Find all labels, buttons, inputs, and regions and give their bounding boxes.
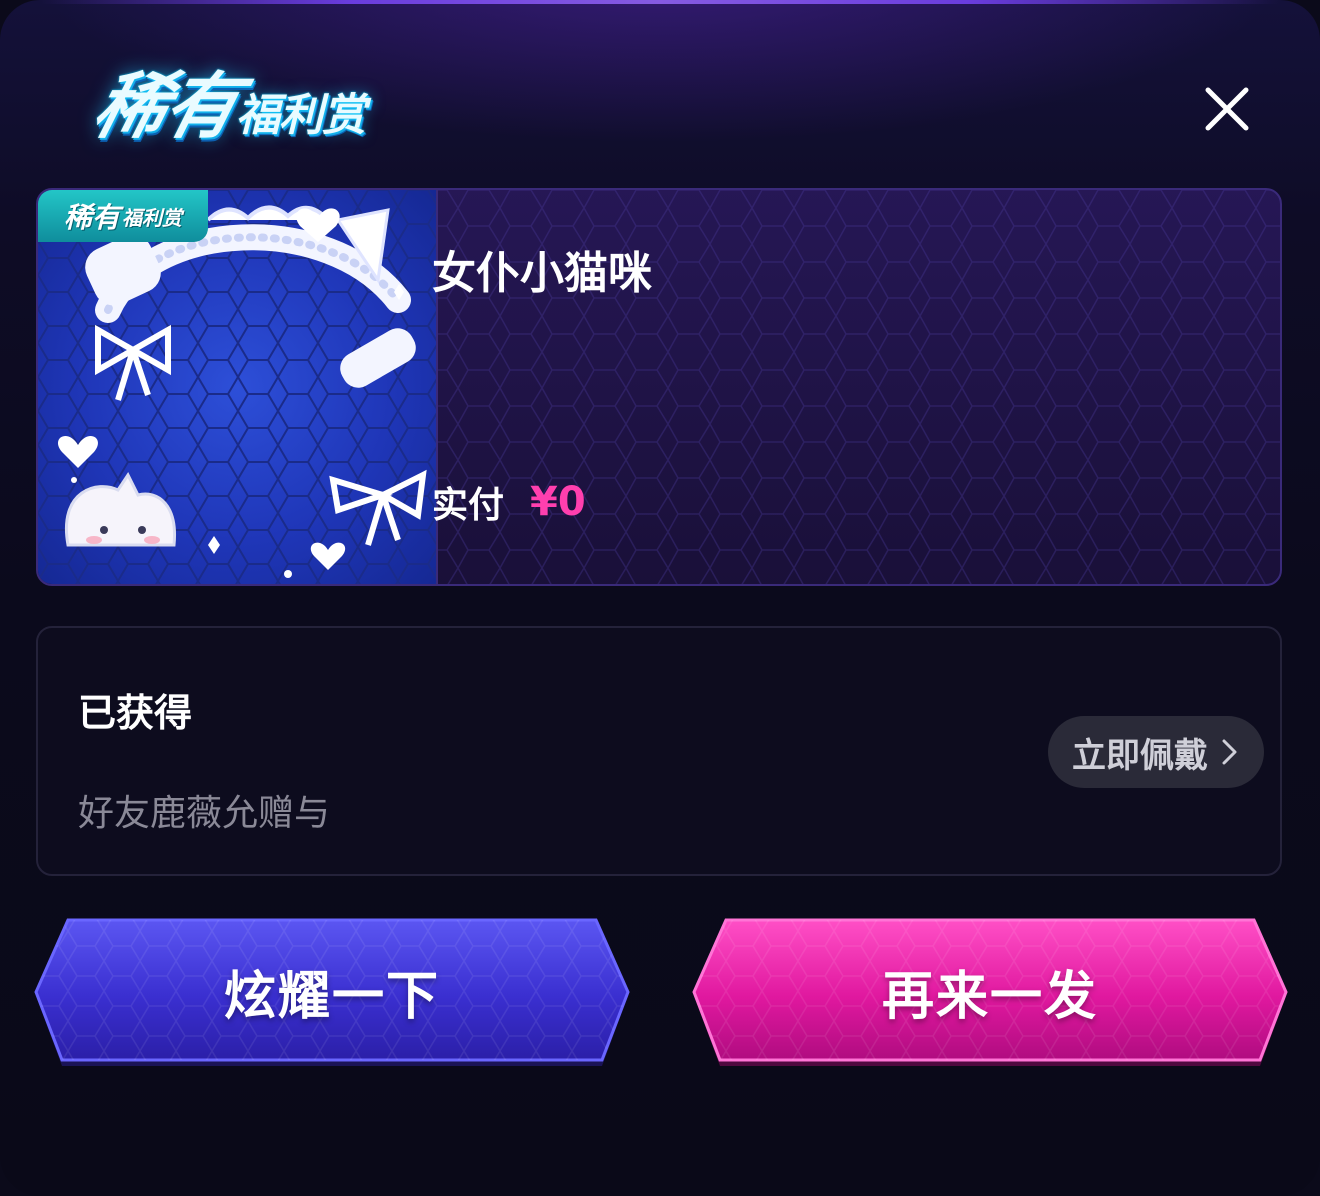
show-off-label: 炫耀一下 bbox=[223, 966, 440, 1027]
item-name: 女仆小猫咪 bbox=[432, 248, 652, 299]
top-glow bbox=[40, 0, 1280, 4]
price-label: 实付 bbox=[432, 485, 505, 526]
wear-now-label: 立即佩戴 bbox=[1072, 735, 1208, 776]
item-thumbnail: 稀有 福利赏 bbox=[38, 190, 438, 584]
item-card: 稀有 福利赏 bbox=[36, 188, 1282, 586]
close-button[interactable] bbox=[1196, 80, 1256, 140]
close-icon bbox=[1205, 87, 1249, 131]
obtained-title: 已获得 bbox=[78, 691, 193, 735]
chevron-right-icon bbox=[1222, 739, 1237, 765]
price-value: ¥0 bbox=[530, 479, 586, 525]
maid-cat-avatar-frame-icon bbox=[38, 190, 436, 584]
dialog-title-logo: 稀有 福利赏 bbox=[85, 64, 380, 148]
badge-main: 稀有 bbox=[63, 201, 120, 234]
reward-dialog: 稀有 福利赏 稀有 福利赏 女仆小猫咪 实付 ¥0 已获得 好友鹿薇允赠与 立即… bbox=[0, 0, 1320, 1196]
price-row: 实付 ¥0 bbox=[432, 476, 586, 528]
draw-again-label: 再来一发 bbox=[881, 966, 1098, 1027]
obtained-description: 好友鹿薇允赠与 bbox=[78, 793, 331, 834]
wear-now-button[interactable]: 立即佩戴 bbox=[1048, 716, 1264, 788]
rare-badge: 稀有 福利赏 bbox=[38, 190, 208, 242]
title-main: 稀有 bbox=[85, 64, 247, 148]
obtained-panel: 已获得 好友鹿薇允赠与 立即佩戴 bbox=[36, 626, 1282, 876]
show-off-button[interactable]: 炫耀一下 bbox=[32, 916, 632, 1072]
draw-again-button[interactable]: 再来一发 bbox=[690, 916, 1290, 1072]
badge-sub: 福利赏 bbox=[122, 205, 182, 230]
title-sub: 福利赏 bbox=[233, 90, 376, 141]
